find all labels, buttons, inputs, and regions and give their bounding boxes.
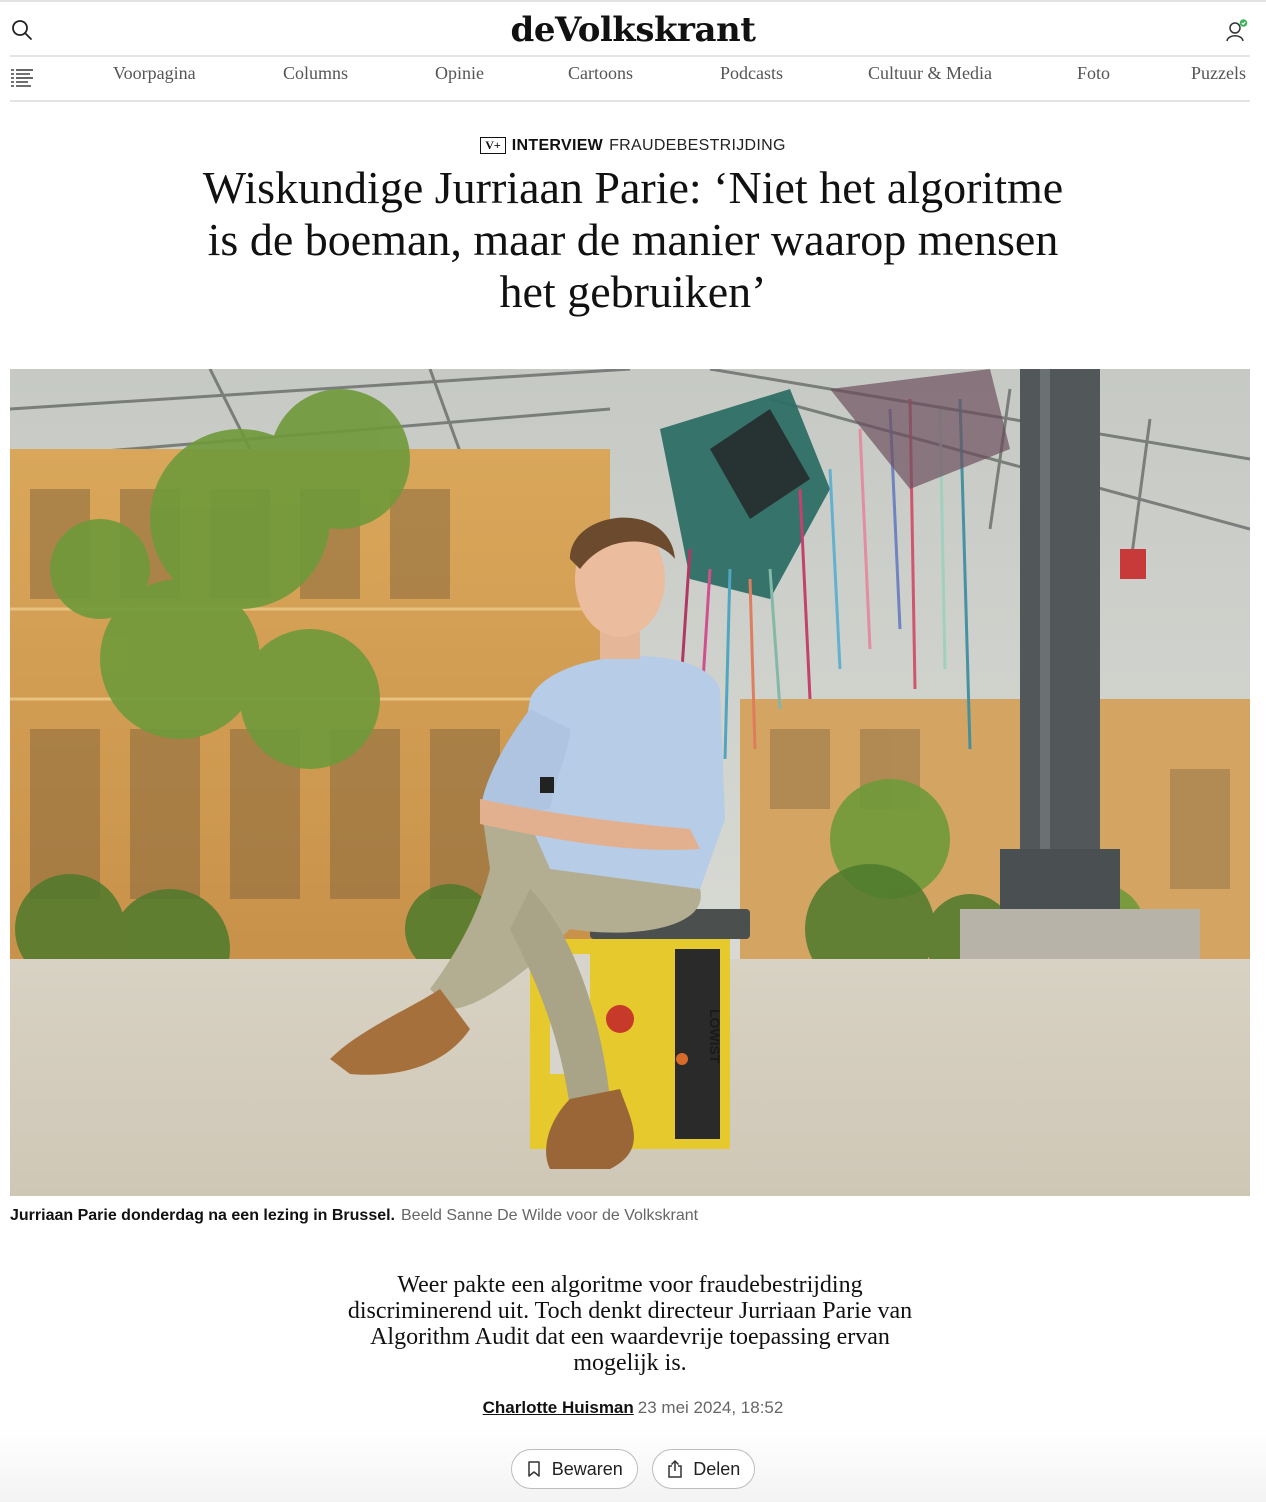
article-topic[interactable]: FRAUDEBESTRIJDING bbox=[609, 137, 786, 154]
article-intro: Weer pakte een algoritme voor fraudebest… bbox=[347, 1272, 913, 1376]
save-label: Bewaren bbox=[551, 1458, 623, 1479]
nav-item-cultuur-media[interactable]: Cultuur & Media bbox=[868, 63, 992, 84]
author-link[interactable]: Charlotte Huisman bbox=[483, 1398, 634, 1417]
top-bar: deVolkskrant bbox=[0, 0, 1266, 57]
account-icon[interactable] bbox=[1224, 18, 1250, 44]
caption-text: Jurriaan Parie donderdag na een lezing i… bbox=[10, 1207, 395, 1224]
nav-item-voorpagina[interactable]: Voorpagina bbox=[113, 63, 196, 84]
share-icon bbox=[668, 1459, 682, 1478]
photo-caption: Jurriaan Parie donderdag na een lezing i… bbox=[10, 1207, 698, 1225]
photo-credit: Beeld Sanne De Wilde voor de Volkskrant bbox=[401, 1207, 699, 1224]
publish-date: 23 mei 2024, 18:52 bbox=[637, 1398, 784, 1417]
article-kicker: V+ INTERVIEW FRAUDEBESTRIJDING bbox=[0, 137, 1266, 155]
nav-item-cartoons[interactable]: Cartoons bbox=[568, 63, 633, 84]
section-nav: Voorpagina Columns Opinie Cartoons Podca… bbox=[10, 55, 1250, 102]
share-label: Delen bbox=[693, 1458, 741, 1479]
nav-item-puzzels[interactable]: Puzzels bbox=[1191, 63, 1246, 84]
article-actions: Bewaren Delen bbox=[0, 1449, 1266, 1489]
nav-item-opinie[interactable]: Opinie bbox=[435, 63, 484, 84]
bookmark-icon bbox=[527, 1461, 540, 1477]
nav-item-podcasts[interactable]: Podcasts bbox=[720, 63, 783, 84]
article-headline: Wiskundige Jurriaan Parie: ‘Niet het alg… bbox=[202, 162, 1064, 317]
article-type: INTERVIEW bbox=[511, 137, 604, 154]
nav-item-columns[interactable]: Columns bbox=[283, 63, 348, 84]
share-button[interactable]: Delen bbox=[652, 1449, 756, 1489]
site-logo[interactable]: deVolkskrant bbox=[0, 10, 1266, 50]
box-brand-label: LOWIST bbox=[707, 1009, 723, 1064]
premium-badge: V+ bbox=[480, 137, 506, 154]
hero-photo: LOWIST bbox=[10, 369, 1250, 1196]
save-button[interactable]: Bewaren bbox=[510, 1449, 638, 1489]
nav-item-foto[interactable]: Foto bbox=[1077, 63, 1110, 84]
byline: Charlotte Huisman 23 mei 2024, 18:52 bbox=[0, 1398, 1266, 1418]
